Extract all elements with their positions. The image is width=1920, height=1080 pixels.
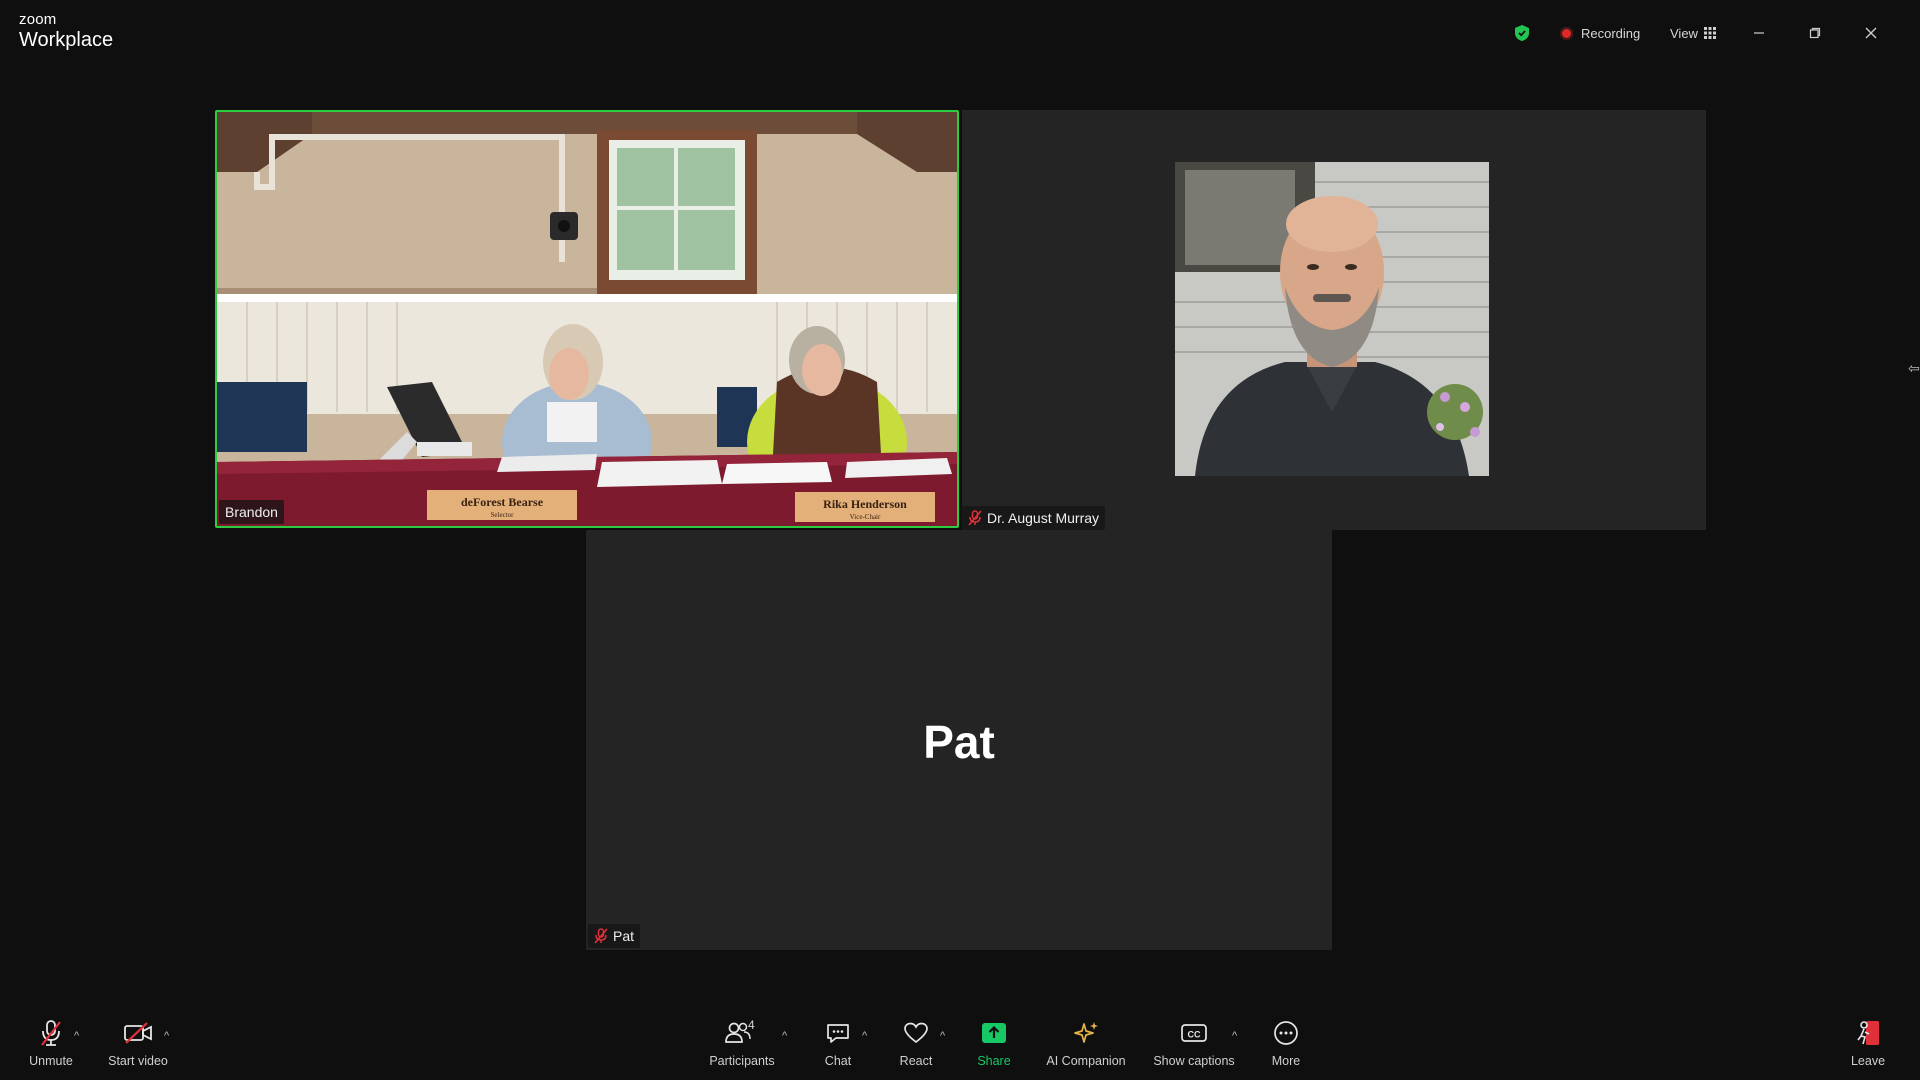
heart-icon [903, 1016, 929, 1050]
video-off-icon [123, 1016, 153, 1050]
participant-name: Brandon [225, 504, 278, 520]
video-options-chevron-icon[interactable]: ^ [164, 1030, 169, 1042]
participant-name: Dr. August Murray [987, 510, 1100, 526]
encryption-shield-icon[interactable] [1514, 22, 1534, 44]
muted-microphone-icon [594, 928, 608, 944]
show-captions-label: Show captions [1153, 1054, 1235, 1068]
chat-button[interactable]: Chat [808, 1016, 868, 1078]
placard-left-sub: Selector [491, 511, 515, 519]
meeting-room-video: deForest Bearse Selector Rika Henderson … [217, 112, 957, 526]
share-label: Share [977, 1054, 1011, 1068]
unmute-label: Unmute [29, 1054, 73, 1068]
react-chevron-icon[interactable]: ^ [940, 1030, 945, 1042]
leave-label: Leave [1850, 1054, 1886, 1068]
recording-indicator[interactable]: Recording [1560, 22, 1640, 44]
participants-button[interactable]: 4 Participants [700, 1016, 784, 1078]
recording-label: Recording [1581, 25, 1641, 41]
brand-large: Workplace [19, 29, 114, 51]
svg-text:CC: CC [1188, 1030, 1201, 1040]
participants-label: Participants [709, 1054, 775, 1068]
ai-companion-button[interactable]: AI Companion [1036, 1016, 1136, 1078]
placard-left: deForest Bearse [461, 495, 544, 509]
start-video-label: Start video [108, 1054, 168, 1068]
participants-chevron-icon[interactable]: ^ [782, 1030, 787, 1042]
chat-icon [825, 1016, 851, 1050]
react-button[interactable]: React [886, 1016, 946, 1078]
brand-small: zoom [19, 11, 57, 28]
share-screen-icon [981, 1016, 1007, 1050]
participants-count: 4 [748, 1018, 755, 1032]
minimize-icon[interactable] [1746, 20, 1772, 46]
participant-name-tag: Brandon [219, 500, 284, 524]
start-video-button[interactable]: Start video [98, 1016, 178, 1078]
close-icon[interactable] [1858, 20, 1884, 46]
more-button[interactable]: More [1256, 1016, 1316, 1078]
restore-icon[interactable] [1802, 20, 1828, 46]
more-label: More [1271, 1054, 1301, 1068]
placard-right-sub: Vice-Chair [850, 513, 881, 521]
zoom-workplace-logo: zoom Workplace [19, 12, 113, 50]
muted-microphone-icon [38, 1016, 64, 1050]
side-panel-arrow-icon[interactable]: ⇦ [1908, 360, 1920, 377]
participant-name: Pat [613, 928, 635, 944]
chat-label: Chat [824, 1054, 852, 1068]
chat-chevron-icon[interactable]: ^ [862, 1030, 867, 1042]
show-captions-button[interactable]: CC Show captions [1146, 1016, 1242, 1078]
sparkle-icon [1072, 1016, 1100, 1050]
video-tile-brandon[interactable]: deForest Bearse Selector Rika Henderson … [215, 110, 959, 528]
ai-companion-label: AI Companion [1046, 1054, 1126, 1068]
view-label: View [1670, 25, 1698, 41]
audio-options-chevron-icon[interactable]: ^ [74, 1030, 79, 1042]
participant-display-name: Pat [923, 716, 995, 768]
title-bar: zoom Workplace Recording View [0, 0, 1920, 64]
grid-icon [1703, 27, 1716, 39]
participants-icon: 4 [718, 1016, 766, 1050]
more-options-icon [1273, 1016, 1299, 1050]
video-tile-pat[interactable]: Pat Pat [586, 530, 1332, 950]
participant-name-tag: Pat [588, 924, 641, 948]
share-button[interactable]: Share [964, 1016, 1024, 1078]
video-tile-august-murray[interactable]: Dr. August Murray [962, 110, 1706, 530]
participant-name-tag: Dr. August Murray [962, 506, 1106, 530]
closed-captions-icon: CC [1180, 1016, 1208, 1050]
leave-door-icon [1855, 1016, 1881, 1050]
muted-microphone-icon [968, 510, 982, 526]
recording-dot-icon [1560, 26, 1573, 40]
placard-right: Rika Henderson [823, 497, 907, 511]
captions-chevron-icon[interactable]: ^ [1232, 1030, 1237, 1042]
leave-button[interactable]: Leave [1838, 1016, 1898, 1078]
profile-photo-avatar [1175, 162, 1489, 476]
react-label: React [899, 1054, 933, 1068]
unmute-button[interactable]: Unmute [20, 1016, 82, 1078]
meeting-toolbar: Unmute ^ Start video ^ 4 Participants ^ [0, 1010, 1920, 1080]
view-button[interactable]: View [1670, 22, 1716, 44]
